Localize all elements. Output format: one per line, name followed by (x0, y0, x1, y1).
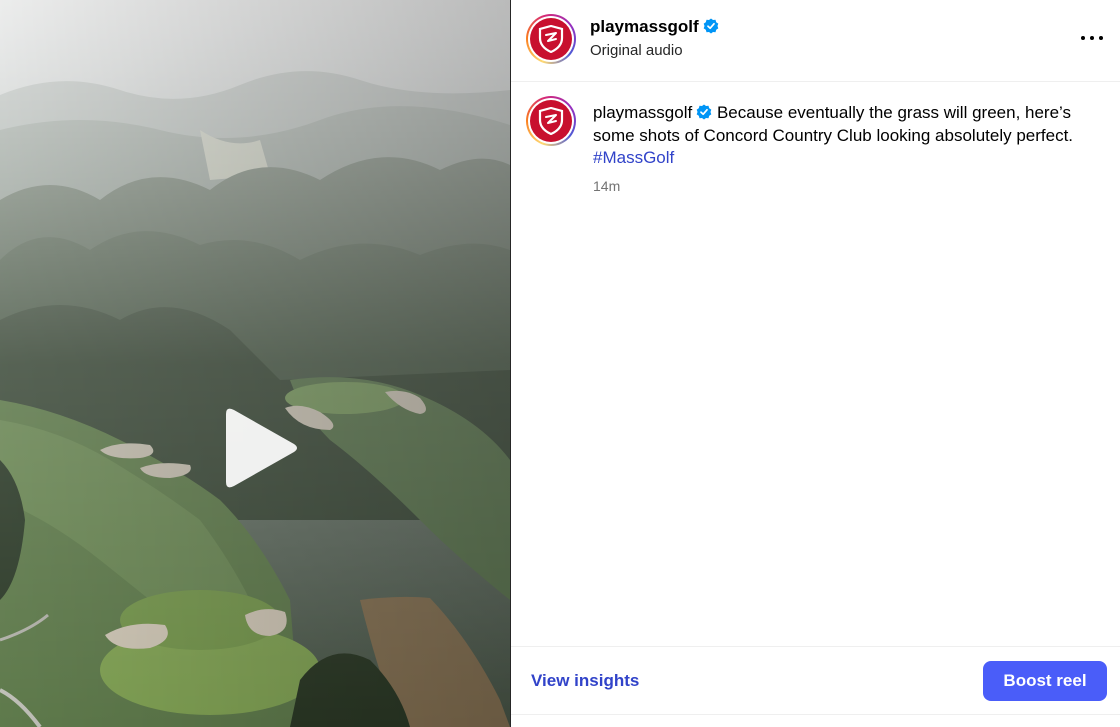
play-button[interactable] (212, 404, 304, 496)
hashtag-link[interactable]: #MassGolf (593, 148, 674, 167)
action-footer: View insights Boost reel (511, 646, 1120, 715)
original-audio-link[interactable]: Original audio (590, 42, 683, 59)
verified-badge-icon (696, 104, 712, 120)
shield-logo-icon (538, 25, 564, 53)
caption-username[interactable]: playmassgolf (593, 103, 692, 122)
shield-logo-icon (538, 107, 564, 135)
more-options-button[interactable] (1079, 26, 1105, 50)
details-panel: playmassgolf Original audio playmassgolf… (511, 0, 1120, 727)
reel-video[interactable] (0, 0, 510, 727)
verified-badge-icon (703, 18, 718, 34)
avatar[interactable] (526, 14, 576, 64)
reel-viewer: playmassgolf Original audio playmassgolf… (0, 0, 1120, 727)
play-icon (226, 408, 297, 488)
golf-course-aerial-image (0, 0, 510, 727)
view-insights-link[interactable]: View insights (531, 671, 639, 691)
header-username-text[interactable]: playmassgolf (590, 17, 699, 36)
more-dot (1090, 36, 1094, 40)
post-header: playmassgolf Original audio (511, 0, 1120, 82)
caption-avatar[interactable] (526, 96, 576, 146)
header-username[interactable]: playmassgolf (590, 17, 719, 37)
more-horizontal-icon (1081, 36, 1085, 40)
post-timestamp[interactable]: 14m (593, 178, 620, 194)
boost-reel-button[interactable]: Boost reel (983, 661, 1107, 701)
caption-text: playmassgolf Because eventually the gras… (593, 102, 1103, 170)
more-dot (1099, 36, 1103, 40)
